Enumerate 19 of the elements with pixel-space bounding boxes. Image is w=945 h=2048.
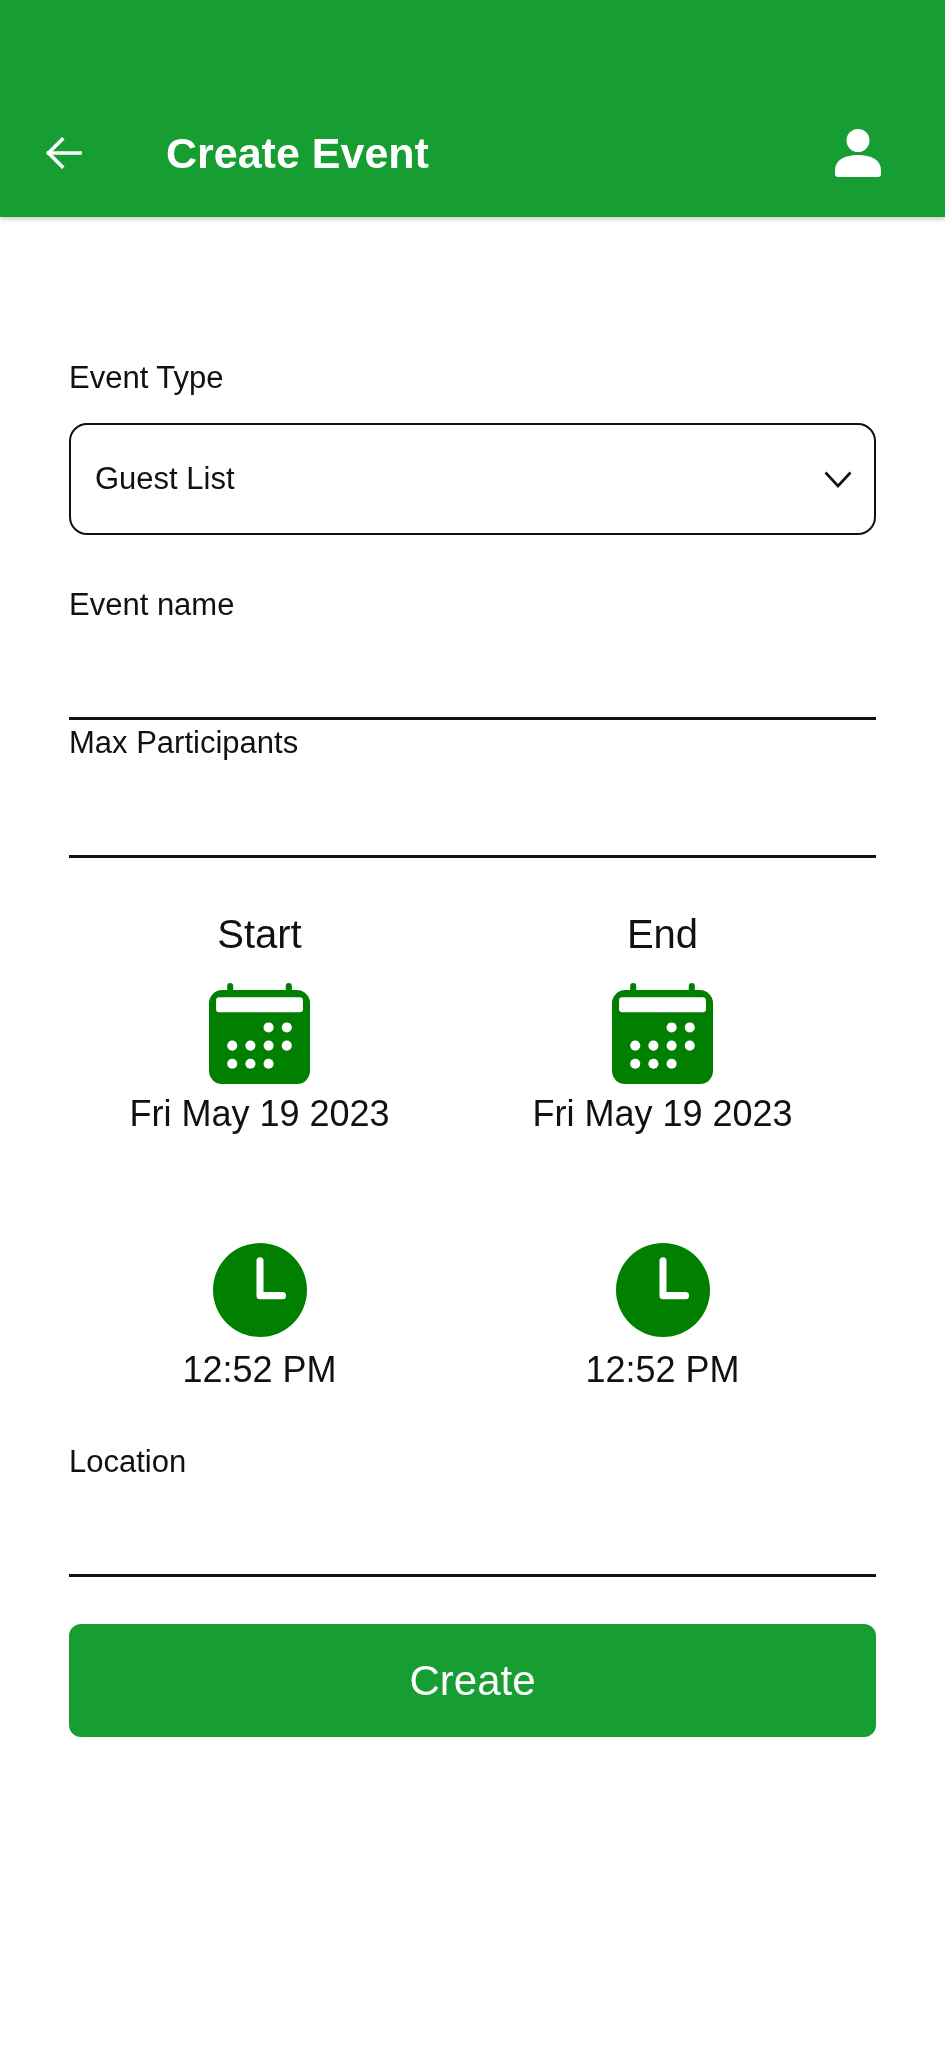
- create-button[interactable]: Create: [69, 1624, 876, 1737]
- clock-icon[interactable]: [212, 1243, 307, 1337]
- date-text: Fri May 19 2023: [532, 1093, 793, 1135]
- field-label: Location: [69, 1444, 187, 1480]
- field-label: Event name: [69, 587, 235, 623]
- field-label: Event Type: [69, 360, 224, 396]
- calendar-icon[interactable]: [612, 983, 713, 1084]
- screen-title: Create Event: [166, 128, 429, 179]
- column-heading: Start: [217, 911, 302, 957]
- clock-icon[interactable]: [615, 1243, 710, 1337]
- event-type-dropdown[interactable]: Guest List: [69, 423, 876, 535]
- time-text: 12:52 PM: [585, 1349, 740, 1391]
- chevron-down-icon: [824, 470, 852, 488]
- time-text: 12:52 PM: [182, 1349, 337, 1391]
- calendar-icon[interactable]: [209, 983, 310, 1084]
- field-label: Max Participants: [69, 725, 299, 761]
- column-heading: End: [626, 911, 699, 957]
- date-text: Fri May 19 2023: [129, 1093, 390, 1135]
- person-icon[interactable]: [835, 129, 881, 177]
